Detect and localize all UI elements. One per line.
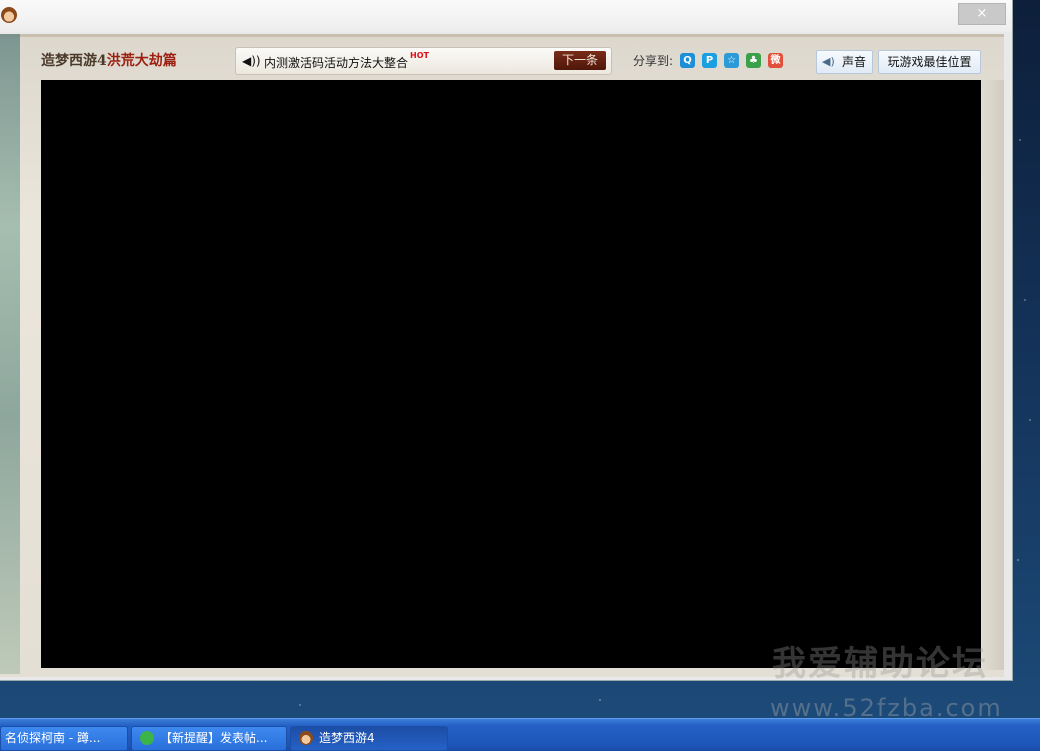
qq-icon[interactable]: Q [680,53,695,68]
sound-button-label: 声音 [842,55,867,69]
taskbar-item-forum[interactable]: 【新提醒】发表帖... [131,726,287,751]
weibo-icon[interactable]: 微 [768,53,783,68]
game-title-sub: 洪荒大劫篇 [106,53,177,69]
taskbar-item-label: 造梦西游4 [319,731,375,745]
qzone-icon[interactable]: P [702,53,717,68]
notice-text[interactable]: 内测激活码活动方法大整合 [264,54,408,71]
app-icon [1,7,17,23]
taskbar-item-label: 名侦探柯南 - 蹲... [5,731,101,745]
title-bar[interactable]: × [0,0,1012,32]
hot-badge: HOT [410,51,429,60]
notice-bar: ◀)) 内测激活码活动方法大整合 HOT 下一条 [235,47,612,75]
frame-left-decoration [0,34,20,674]
frame-right-decoration [982,80,1004,670]
close-button[interactable]: × [958,3,1006,25]
clover-icon[interactable]: ♣ [746,53,761,68]
game-icon [299,731,313,745]
share-label: 分享到: [633,54,674,68]
best-position-button[interactable]: 玩游戏最佳位置 [878,50,981,74]
watermark-text: 我爱辅助论坛 [772,644,988,684]
game-canvas[interactable] [41,80,981,668]
volume-icon: ◀) [822,55,835,68]
speaker-icon: ◀)) [242,54,261,68]
taskbar-item-conan[interactable]: 名侦探柯南 - 蹲... [0,726,128,751]
next-notice-button[interactable]: 下一条 [554,51,606,70]
browser-icon [140,731,154,745]
star-icon[interactable]: ☆ [724,53,739,68]
taskbar: 名侦探柯南 - 蹲... 【新提醒】发表帖... 造梦西游4 [0,718,1040,751]
game-title-main: 造梦西游4 [41,53,107,69]
taskbar-item-game[interactable]: 造梦西游4 [290,726,448,751]
taskbar-item-label: 【新提醒】发表帖... [160,731,268,745]
sound-button[interactable]: ◀) 声音 [816,50,873,74]
game-title: 造梦西游4洪荒大劫篇 [41,50,177,70]
